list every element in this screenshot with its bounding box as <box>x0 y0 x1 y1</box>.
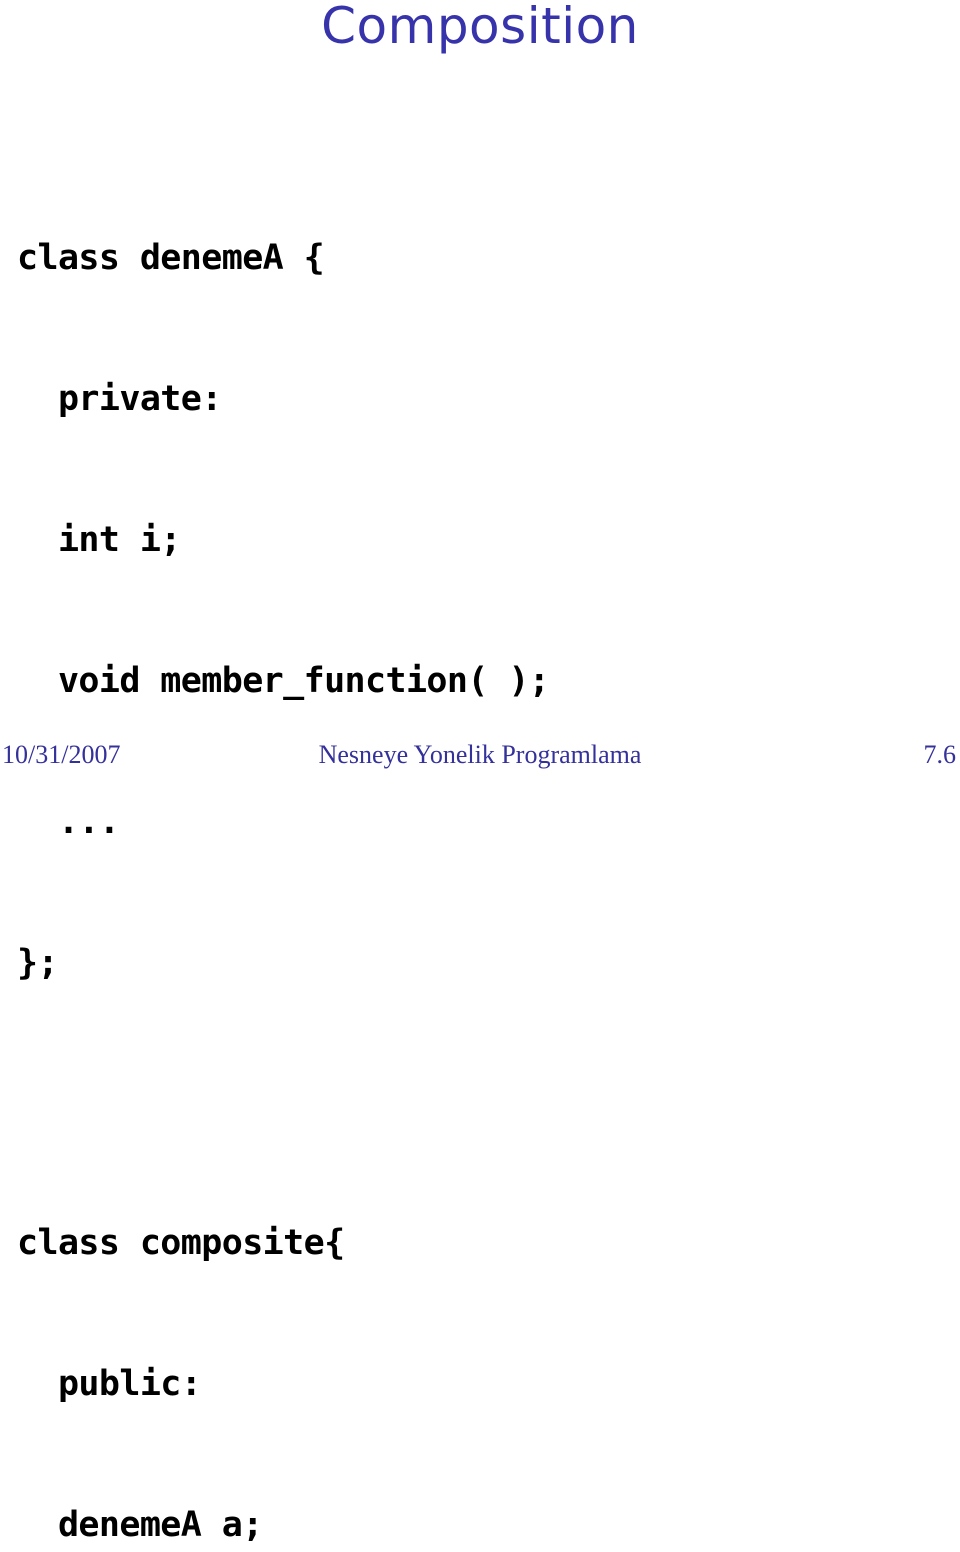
code-line: class denemeA { <box>17 238 325 278</box>
code-line: public: <box>17 1364 202 1404</box>
code-line: }; <box>17 943 59 983</box>
slide-footer: 10/31/2007 Nesneye Yonelik Programlama 7… <box>0 738 960 772</box>
code-block: class denemeA { private: int i; void mem… <box>17 141 917 1552</box>
code-line: int i; <box>17 520 181 560</box>
page-title: Composition <box>321 0 639 55</box>
code-line: ... <box>17 802 120 842</box>
code-line: void member_function( ); <box>17 661 550 701</box>
code-line: class composite{ <box>17 1223 345 1263</box>
footer-page-number: 7.6 <box>923 740 957 769</box>
code-line: private: <box>17 379 222 419</box>
code-line: denemeA a; <box>17 1505 263 1545</box>
footer-course-title: Nesneye Yonelik Programlama <box>318 740 642 769</box>
